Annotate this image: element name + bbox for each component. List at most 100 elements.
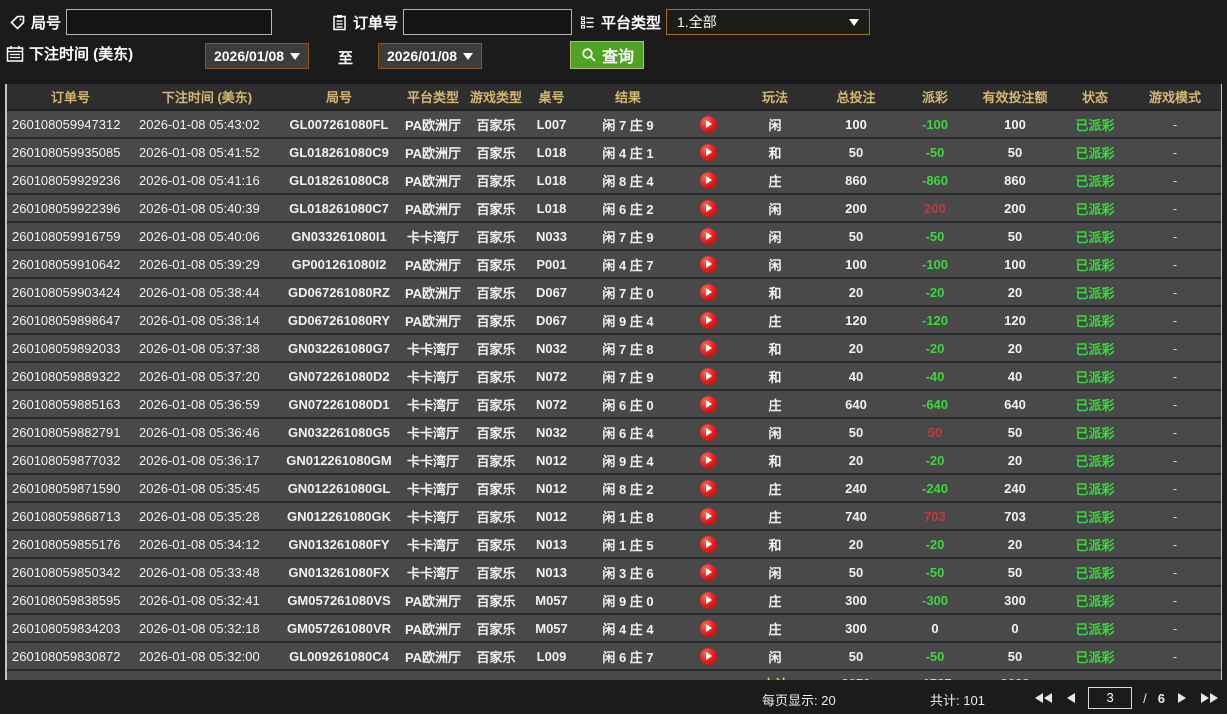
cell-bet-time: 2026-01-08 05:39:29 <box>139 256 260 272</box>
cell-total-bet: 240 <box>845 480 867 496</box>
query-button[interactable]: 查询 <box>570 41 645 69</box>
replay-button[interactable] <box>699 535 717 553</box>
cell-payout: -20 <box>925 284 945 300</box>
cell-round-number: GN072261080D2 <box>288 368 390 384</box>
cell-bet-type: 闲 <box>768 565 782 581</box>
cell-platform-type: 卡卡湾厅 <box>406 369 459 385</box>
cell-total-bet: 40 <box>848 368 864 384</box>
play-icon <box>706 120 712 128</box>
cell-bet-time: 2026-01-08 05:41:16 <box>139 172 260 188</box>
replay-button[interactable] <box>699 423 717 441</box>
replay-button[interactable] <box>699 451 717 469</box>
cell-round-number: GD067261080RY <box>287 312 391 328</box>
cell-valid-bet: 0 <box>1011 620 1019 636</box>
cell-payout: -100 <box>921 116 949 132</box>
order-number-input[interactable] <box>403 9 573 35</box>
cell-game-type: 百家乐 <box>476 397 516 413</box>
replay-button[interactable] <box>699 563 717 581</box>
page-next-button[interactable] <box>1176 691 1188 705</box>
date-from-picker[interactable]: 2026/01/08 <box>205 43 309 69</box>
cell-order-number: 260108059882791 <box>12 424 121 440</box>
cell-bet-time: 2026-01-08 05:36:17 <box>139 452 260 468</box>
column-header-payout: 派彩 <box>921 90 948 105</box>
bet-time-filter: 下注时间 (美东) <box>6 43 133 64</box>
cell-valid-bet: 200 <box>1004 200 1026 216</box>
replay-button[interactable] <box>699 507 717 525</box>
replay-button[interactable] <box>699 199 717 217</box>
cell-round-number: GN012261080GK <box>286 508 392 524</box>
replay-button[interactable] <box>699 143 717 161</box>
cell-order-number: 260108059838595 <box>12 592 121 608</box>
replay-button[interactable] <box>699 479 717 497</box>
column-header-platform: 平台类型 <box>406 90 459 105</box>
cell-replay <box>677 647 739 665</box>
cell-game-type: 百家乐 <box>476 201 516 217</box>
cell-valid-bet: 100 <box>1004 256 1026 272</box>
play-icon <box>706 232 712 240</box>
replay-button[interactable] <box>699 227 717 245</box>
table-row: 260108059898647 2026-01-08 05:38:14 GD06… <box>7 307 1221 335</box>
cell-bet-type: 和 <box>768 537 782 553</box>
replay-button[interactable] <box>699 591 717 609</box>
replay-button[interactable] <box>699 311 717 329</box>
cell-platform-type: 卡卡湾厅 <box>406 341 459 357</box>
replay-button[interactable] <box>699 339 717 357</box>
cell-game-type: 百家乐 <box>476 621 516 637</box>
cell-bet-time: 2026-01-08 05:41:52 <box>139 144 260 160</box>
replay-button[interactable] <box>699 367 717 385</box>
cell-replay <box>677 171 739 189</box>
cell-round-number: GM057261080VS <box>287 592 391 608</box>
cell-platform-type: PA欧洲厅 <box>404 649 462 665</box>
page-last-button[interactable] <box>1199 691 1220 705</box>
play-icon <box>706 484 712 492</box>
cell-round-number: GM057261080VR <box>286 620 392 636</box>
cell-table-number: D067 <box>535 312 568 328</box>
replay-button[interactable] <box>699 619 717 637</box>
round-number-input[interactable] <box>66 9 273 35</box>
cell-platform-type: PA欧洲厅 <box>404 201 462 217</box>
cell-table-number: N032 <box>535 424 568 440</box>
cell-round-number: GN012261080GM <box>286 452 392 468</box>
cell-bet-time: 2026-01-08 05:32:18 <box>139 620 260 636</box>
cell-bet-type: 闲 <box>768 425 782 441</box>
cell-payout: -300 <box>921 592 949 608</box>
cell-bet-time: 2026-01-08 05:35:28 <box>139 508 260 524</box>
cell-round-number: GN013261080FY <box>288 536 390 552</box>
cell-table-number: L018 <box>536 200 567 216</box>
replay-button[interactable] <box>699 647 717 665</box>
cell-game-type: 百家乐 <box>476 509 516 525</box>
cell-table-number: N072 <box>535 396 568 412</box>
cell-platform-type: PA欧洲厅 <box>404 313 462 329</box>
replay-button[interactable] <box>699 283 717 301</box>
cell-game-mode: - <box>1172 144 1178 160</box>
cell-bet-type: 庄 <box>768 593 782 609</box>
page-number-input[interactable] <box>1088 687 1133 709</box>
cell-round-number: GN012261080GL <box>287 480 391 496</box>
cell-order-number: 260108059929236 <box>12 172 121 188</box>
replay-button[interactable] <box>699 171 717 189</box>
bet-records-page: 局号 订单号 平台类型 1.全部 下注时间 (美东) 2026/01/08 至 … <box>0 0 1227 714</box>
cell-result: 闲 1 庄 8 <box>602 509 654 525</box>
query-button-label: 查询 <box>602 49 635 66</box>
cell-status: 已派彩 <box>1075 537 1115 553</box>
cell-game-mode: - <box>1172 396 1178 412</box>
date-to-picker[interactable]: 2026/01/08 <box>378 43 482 69</box>
cell-total-bet: 50 <box>848 228 864 244</box>
page-prev-button[interactable] <box>1065 691 1077 705</box>
cell-table-number: M057 <box>535 620 568 636</box>
platform-type-select[interactable]: 1.全部 <box>666 9 871 35</box>
cell-bet-time: 2026-01-08 05:32:41 <box>139 592 260 608</box>
cell-total-bet: 200 <box>845 200 867 216</box>
cell-replay <box>677 619 739 637</box>
cell-game-mode: - <box>1172 172 1178 188</box>
cell-game-mode: - <box>1172 312 1178 328</box>
page-first-button[interactable] <box>1033 691 1054 705</box>
replay-button[interactable] <box>699 395 717 413</box>
replay-button[interactable] <box>699 115 717 133</box>
table-row: 260108059885163 2026-01-08 05:36:59 GN07… <box>7 391 1221 419</box>
play-icon <box>706 316 712 324</box>
replay-button[interactable] <box>699 255 717 273</box>
total-pages-label: 6 <box>1157 690 1165 706</box>
cell-game-type: 百家乐 <box>476 117 516 133</box>
chevron-down-icon <box>290 52 301 60</box>
